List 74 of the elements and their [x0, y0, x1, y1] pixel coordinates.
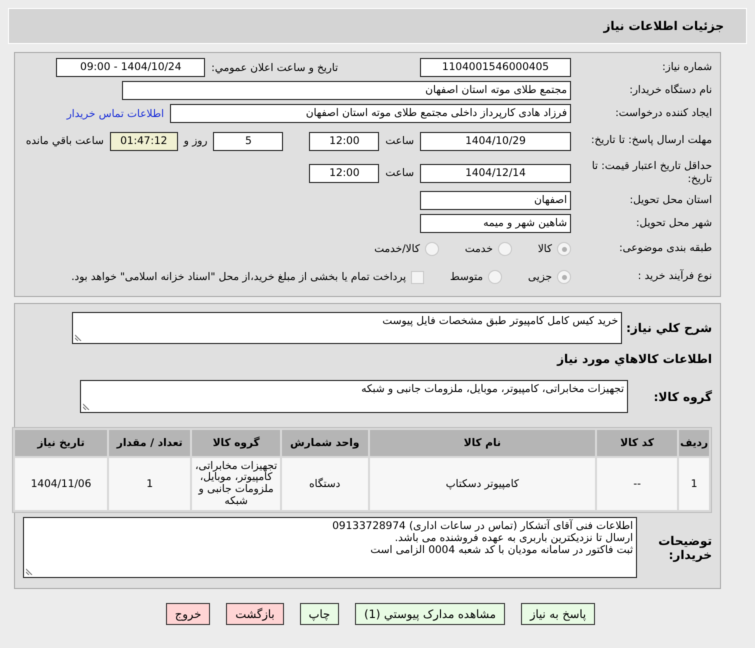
area-text: ثبت فاکتور در سامانه مودیان با کد شعبه 0004 الزامی است: [369, 544, 633, 556]
area-text: اطلاعات فنی آقای آتشکار (تماس در ساعات اداری) 09133728974: [331, 520, 633, 532]
field-label: توضیحات خریدار:: [657, 534, 712, 562]
contact-link[interactable]: اطلاعات تماس خریدار: [66, 108, 164, 120]
radio-button[interactable]: [498, 242, 512, 256]
section-heading: اطلاعات کالاهاي مورد نیاز: [556, 352, 712, 366]
field-label: شرح کلي نیاز:: [626, 321, 712, 335]
table-cell: 1: [679, 458, 709, 510]
field-label: نام دستگاه خریدار:: [628, 84, 712, 98]
input-field[interactable]: اصفهان: [420, 191, 571, 210]
field-label: مهلت ارسال پاسخ: تا تاریخ:: [590, 134, 712, 148]
field-label: ساعت: [385, 167, 414, 179]
input-field[interactable]: فرزاد هادی کارپرداز داخلی مجتمع طلای موته استان اصفهان: [170, 104, 571, 123]
action-button[interactable]: پاسخ به نیاز: [520, 603, 596, 625]
area-text: ارسال تا نزدیکترین باربری به عهده فروشنده می باشد.: [394, 532, 633, 544]
field-label: شماره نیاز:: [661, 60, 712, 74]
column-header: واحد شمارش: [282, 430, 368, 456]
action-button[interactable]: مشاهده مدارک پیوستي (1): [355, 603, 505, 625]
checkbox-label: پرداخت تمام یا بخشی از مبلغ خرید،از محل "اسناد خزانه اسلامی" خواهد بود.: [71, 271, 406, 283]
action-button[interactable]: چاپ: [300, 603, 340, 625]
text-area[interactable]: اطلاعات فنی آقای آتشکار (تماس در ساعات اداری) 09133728974 ارسال تا نزدیکترین باربری به عهده فروشنده می باشد. ثبت فاکتور در سامانه مودیان با کد شعبه 0004 الزامی است: [23, 517, 637, 578]
input-field[interactable]: 1104001546000405: [420, 58, 571, 77]
field-label: تاریخ و ساعت اعلان عمومي:: [211, 62, 338, 74]
table-cell: --: [597, 458, 678, 510]
column-header: تعداد / مقدار: [109, 430, 190, 456]
area-text: خرید کیس کامل کامپیوتر طبق مشخصات فایل پیوست: [382, 315, 618, 327]
text-area[interactable]: خرید کیس کامل کامپیوتر طبق مشخصات فایل پیوست: [72, 312, 622, 344]
column-header: تاریخ نیاز: [15, 430, 108, 456]
resize-grip-icon[interactable]: [26, 568, 33, 575]
radio-button[interactable]: [488, 270, 502, 284]
area-text: تجهیزات مخابراتی، کامپیوتر، موبایل، ملزومات جانبی و شبکه: [361, 383, 624, 395]
table-cell: کامپیوتر دسکتاپ: [370, 458, 596, 510]
column-header: کد کالا: [597, 430, 678, 456]
option-label: کالا/خدمت: [374, 243, 420, 255]
input-field[interactable]: مجتمع طلای موته استان اصفهان: [122, 81, 571, 100]
field-label: حداقل تاریخ اعتبار قیمت: تا تاریخ:: [590, 160, 712, 186]
table-cell: 1: [109, 458, 190, 510]
input-field[interactable]: 1404/10/29: [420, 132, 571, 150]
resize-grip-icon[interactable]: [83, 403, 90, 410]
input-field[interactable]: 01:47:12: [110, 132, 178, 150]
field-label: طبقه بندی موضوعی:: [618, 242, 712, 256]
field-label: گروه کالا:: [652, 390, 712, 404]
option-label: کالا: [538, 243, 552, 255]
input-field[interactable]: شاهین شهر و میمه: [420, 214, 571, 233]
option-label: جزیی: [528, 271, 552, 283]
page-title: جزئیات اطلاعات نیاز: [603, 19, 724, 33]
action-button[interactable]: بازگشت: [226, 603, 284, 625]
field-label: ساعت باقي مانده: [26, 135, 104, 147]
radio-button[interactable]: [557, 242, 571, 256]
table-cell: 1404/11/06: [15, 458, 108, 510]
field-label: شهر محل تحویل:: [635, 216, 712, 230]
option-label: خدمت: [464, 243, 493, 255]
table-cell: دستگاه: [282, 458, 368, 510]
field-label: نوع فرآیند خرید :: [636, 270, 712, 284]
input-field[interactable]: 12:00: [309, 164, 380, 182]
input-field[interactable]: 12:00: [309, 132, 380, 150]
radio-button[interactable]: [424, 242, 439, 256]
field-label: ایجاد کننده درخواست:: [614, 106, 712, 120]
input-field[interactable]: 5: [213, 132, 284, 150]
text-area[interactable]: تجهیزات مخابراتی، کامپیوتر، موبایل، ملزومات جانبی و شبکه: [80, 380, 628, 413]
action-button[interactable]: خروج: [166, 603, 210, 625]
checkbox[interactable]: [411, 270, 424, 284]
column-header: گروه کالا: [192, 430, 280, 456]
field-label: روز و: [184, 135, 208, 147]
option-label: متوسط: [450, 271, 484, 283]
field-label: ساعت: [385, 135, 414, 147]
resize-grip-icon[interactable]: [75, 334, 82, 341]
radio-button[interactable]: [557, 270, 571, 284]
column-header: نام کالا: [370, 430, 596, 456]
input-field[interactable]: 1404/12/14: [420, 164, 571, 182]
table-cell: تجهیزات مخابراتی، کامپیوتر، موبایل، ملزومات جانبی و شبکه: [192, 458, 280, 510]
column-header: ردیف: [679, 430, 709, 456]
field-label: استان محل تحویل:: [628, 194, 712, 208]
input-field[interactable]: 1404/10/24 - 09:00: [56, 58, 206, 77]
